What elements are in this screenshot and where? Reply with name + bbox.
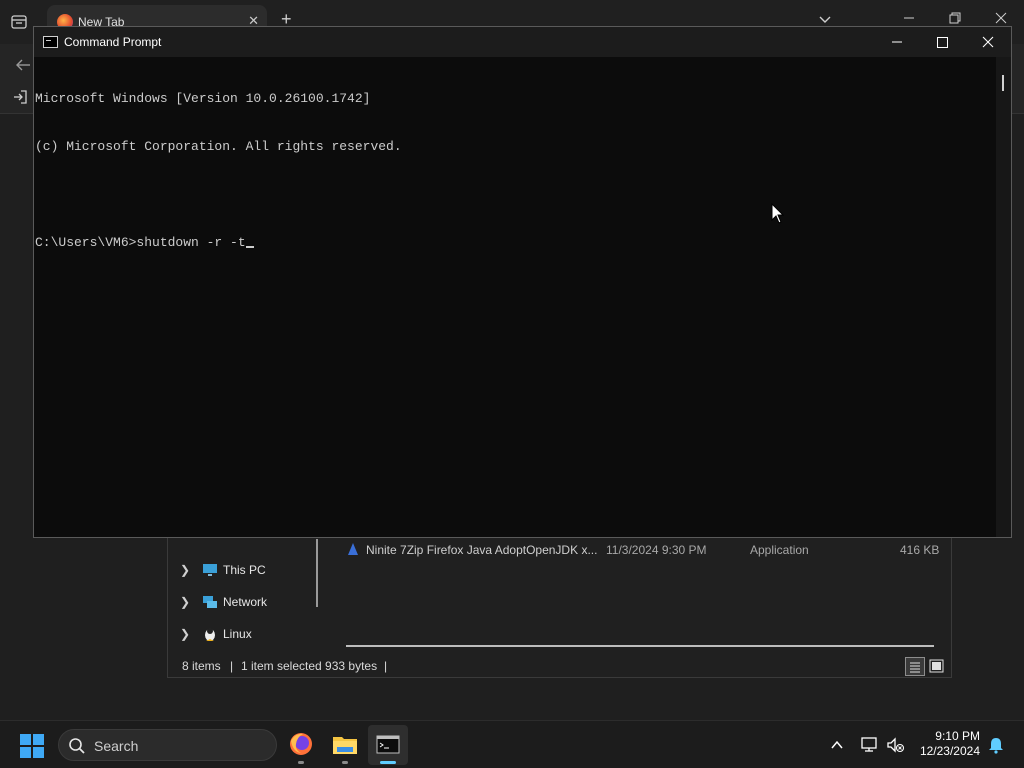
- nav-item-network[interactable]: ❯ Network: [168, 590, 318, 616]
- chevron-up-icon[interactable]: [829, 737, 845, 753]
- folder-icon: [333, 737, 357, 754]
- console-output[interactable]: Microsoft Windows [Version 10.0.26100.17…: [34, 57, 996, 537]
- pc-icon: [203, 564, 217, 576]
- firefox-icon: [290, 733, 312, 755]
- file-name: Ninite 7Zip Firefox Java AdoptOpenJDK x.…: [366, 543, 598, 557]
- taskbar-firefox[interactable]: [281, 725, 321, 765]
- details-view-button[interactable]: [905, 657, 925, 676]
- chevron-right-icon[interactable]: ❯: [180, 595, 190, 609]
- status-item-count: 8 items: [182, 659, 221, 673]
- file-size: 416 KB: [900, 543, 940, 557]
- taskbar: Search 9:10 PM 12/23/2024: [0, 720, 1024, 768]
- console-input-line[interactable]: C:\Users\VM6>shutdown -r -t: [35, 235, 996, 251]
- scrollbar-thumb[interactable]: [1002, 75, 1004, 91]
- details-view-icon: [910, 662, 920, 673]
- navigation-pane: ❯ This PC ❯ Network ❯ Linux: [168, 521, 318, 651]
- status-separator: |: [230, 659, 234, 673]
- network-icon: [203, 596, 217, 608]
- close-icon: [982, 36, 994, 48]
- file-explorer-window: ❯ This PC ❯ Network ❯ Linux Ninite 7Zip …: [167, 520, 952, 678]
- clock-date: 12/23/2024: [919, 744, 980, 758]
- chevron-right-icon[interactable]: ❯: [180, 563, 190, 577]
- browser-restore-icon[interactable]: [949, 12, 961, 24]
- text-cursor: [245, 246, 254, 248]
- status-selection: 1 item selected 933 bytes: [241, 659, 378, 673]
- pane-splitter[interactable]: [316, 539, 318, 607]
- large-icons-view-icon[interactable]: [928, 658, 945, 674]
- windows-start-icon[interactable]: [20, 734, 44, 758]
- network-status-icon[interactable]: [860, 736, 880, 754]
- cmd-title-bar[interactable]: Command Prompt: [34, 27, 1011, 57]
- file-row[interactable]: Ninite 7Zip Firefox Java AdoptOpenJDK x.…: [338, 539, 940, 563]
- nav-item-linux[interactable]: ❯ Linux: [168, 622, 318, 648]
- chevron-right-icon[interactable]: ❯: [180, 627, 190, 641]
- browser-minimize-icon[interactable]: [903, 12, 915, 24]
- taskbar-file-explorer[interactable]: [325, 725, 365, 765]
- running-indicator: [342, 761, 348, 764]
- close-button[interactable]: [965, 27, 1011, 57]
- command-text: C:\Users\VM6>shutdown -r -t: [35, 235, 246, 250]
- console-line: Microsoft Windows [Version 10.0.26100.17…: [35, 91, 371, 106]
- clock[interactable]: 9:10 PM 12/23/2024: [904, 729, 980, 759]
- file-date: 11/3/2024 9:30 PM: [606, 543, 707, 557]
- terminal-icon: [376, 735, 400, 754]
- nav-label: This PC: [223, 563, 266, 577]
- browser-close-icon[interactable]: [995, 12, 1007, 24]
- maximize-button[interactable]: [919, 27, 965, 57]
- taskbar-search[interactable]: Search: [58, 729, 277, 761]
- mouse-pointer-icon: [771, 203, 785, 224]
- clock-time: 9:10 PM: [935, 729, 980, 743]
- nav-label: Network: [223, 595, 268, 609]
- file-type: Application: [750, 543, 809, 557]
- sign-in-icon[interactable]: [12, 89, 28, 105]
- console-line: (c) Microsoft Corporation. All rights re…: [35, 139, 402, 154]
- volume-muted-icon[interactable]: [886, 736, 906, 754]
- running-indicator: [298, 761, 304, 764]
- back-arrow-icon[interactable]: [14, 56, 32, 74]
- minimize-button[interactable]: [874, 27, 920, 57]
- nav-label: Linux: [223, 627, 252, 641]
- console-icon: [43, 36, 58, 48]
- search-label: Search: [94, 738, 139, 754]
- search-icon: [69, 738, 85, 754]
- tab-actions-icon[interactable]: [10, 13, 28, 31]
- status-bar: 8 items | 1 item selected 933 bytes |: [168, 653, 953, 677]
- command-prompt-window[interactable]: Command Prompt Microsoft Windows [Versio…: [33, 26, 1012, 538]
- notification-bell-icon[interactable]: [988, 736, 1004, 754]
- active-indicator: [380, 761, 396, 764]
- maximize-icon: [937, 37, 948, 48]
- linux-penguin-icon: [205, 628, 215, 641]
- minimize-icon: [892, 41, 902, 43]
- window-title: Command Prompt: [64, 35, 162, 49]
- status-separator: |: [384, 659, 388, 673]
- nav-item-this-pc[interactable]: ❯ This PC: [168, 558, 318, 584]
- taskbar-command-prompt[interactable]: [368, 725, 408, 765]
- installer-icon: [348, 543, 358, 555]
- horizontal-scrollbar[interactable]: [346, 645, 934, 647]
- vertical-scrollbar[interactable]: [996, 57, 1011, 537]
- chevron-down-icon[interactable]: [818, 13, 832, 27]
